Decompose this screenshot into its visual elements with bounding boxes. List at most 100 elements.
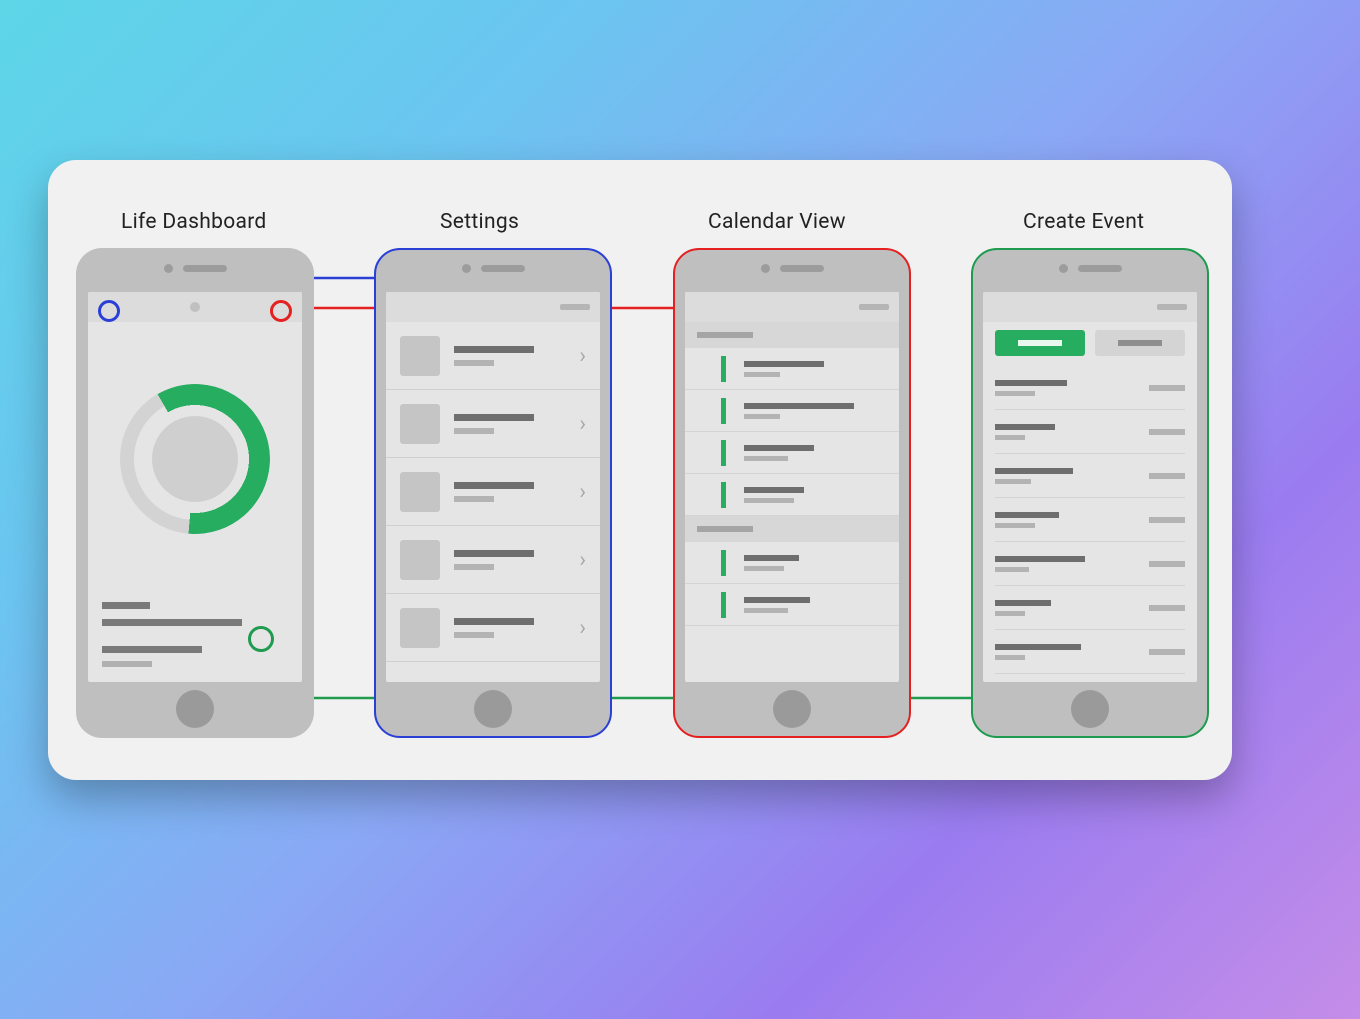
phone-calendar[interactable]	[673, 248, 911, 738]
placeholder-line	[995, 380, 1067, 386]
speaker-icon	[780, 265, 824, 272]
event-marker-icon	[721, 550, 726, 576]
form-row[interactable]	[995, 366, 1185, 410]
placeholder-line	[995, 567, 1029, 572]
placeholder-line	[454, 428, 494, 434]
list-item[interactable]: ›	[386, 322, 600, 390]
phone-screen-dashboard	[88, 292, 302, 682]
home-button-icon[interactable]	[474, 690, 512, 728]
screen-title-calendar: Calendar View	[708, 210, 846, 234]
placeholder-line	[744, 608, 788, 613]
placeholder-line	[102, 646, 202, 653]
calendar-row[interactable]	[685, 542, 899, 584]
screen-title-create: Create Event	[1023, 210, 1144, 234]
placeholder-line	[995, 391, 1035, 396]
camera-icon	[462, 264, 471, 273]
placeholder-line	[995, 611, 1025, 616]
form-row[interactable]	[995, 542, 1185, 586]
placeholder-line	[454, 496, 494, 502]
header-dot-icon	[190, 302, 200, 312]
dashboard-summary-lines	[102, 602, 288, 667]
progress-ring[interactable]	[120, 384, 270, 534]
form-row[interactable]	[995, 498, 1185, 542]
placeholder-line	[454, 346, 534, 353]
home-button-icon[interactable]	[1071, 690, 1109, 728]
form-row[interactable]	[995, 630, 1185, 674]
phone-screen-create-event	[983, 292, 1197, 682]
placeholder-line	[697, 332, 753, 338]
home-button-icon[interactable]	[773, 690, 811, 728]
calendar-row[interactable]	[685, 584, 899, 626]
chevron-right-icon: ›	[579, 343, 586, 368]
calendar-section-header	[685, 322, 899, 348]
placeholder-line	[995, 644, 1081, 650]
camera-icon	[761, 264, 770, 273]
thumb-icon	[400, 336, 440, 376]
chevron-right-icon: ›	[579, 479, 586, 504]
calendar-row[interactable]	[685, 474, 899, 516]
list-item[interactable]: ›	[386, 390, 600, 458]
list-item[interactable]: ›	[386, 594, 600, 662]
thumb-icon	[400, 608, 440, 648]
placeholder-line	[744, 361, 824, 367]
event-marker-icon	[721, 592, 726, 618]
camera-icon	[164, 264, 173, 273]
phone-top-bar	[675, 264, 909, 273]
form-row[interactable]	[995, 586, 1185, 630]
screen-title-dashboard: Life Dashboard	[121, 210, 267, 234]
header-action-icon[interactable]	[560, 304, 590, 310]
chevron-right-icon: ›	[579, 411, 586, 436]
calendar-row[interactable]	[685, 390, 899, 432]
placeholder-line	[995, 435, 1025, 440]
placeholder-line	[454, 550, 534, 557]
placeholder-line	[744, 566, 784, 571]
progress-ring-center	[152, 416, 238, 502]
form-row[interactable]	[995, 410, 1185, 454]
placeholder-line	[995, 479, 1031, 484]
header-action-icon[interactable]	[1157, 304, 1187, 310]
phone-top-bar	[78, 264, 312, 273]
form-row[interactable]	[995, 454, 1185, 498]
list-item[interactable]: ›	[386, 526, 600, 594]
home-button-icon[interactable]	[176, 690, 214, 728]
placeholder-line	[102, 661, 152, 667]
placeholder-line	[454, 564, 494, 570]
placeholder-line	[454, 482, 534, 489]
calendar-row[interactable]	[685, 348, 899, 390]
placeholder-line	[744, 456, 788, 461]
placeholder-line	[995, 600, 1051, 606]
phone-dashboard[interactable]	[76, 248, 314, 738]
chevron-right-icon: ›	[579, 615, 586, 640]
settings-list: › › › ›	[386, 322, 600, 682]
thumb-icon	[400, 540, 440, 580]
placeholder-line	[744, 487, 804, 493]
placeholder-line	[454, 414, 534, 421]
placeholder-line	[1018, 340, 1062, 346]
placeholder-line	[102, 619, 242, 626]
nav-dot-red[interactable]	[270, 300, 292, 322]
chevron-right-icon: ›	[579, 547, 586, 572]
placeholder-line	[744, 597, 810, 603]
create-event-form	[983, 322, 1197, 682]
calendar-section-header	[685, 516, 899, 542]
phone-settings[interactable]: › › › ›	[374, 248, 612, 738]
value-placeholder	[1149, 385, 1185, 391]
phone-top-bar	[973, 264, 1207, 273]
nav-dot-blue[interactable]	[98, 300, 120, 322]
phone-top-bar	[376, 264, 610, 273]
header-action-icon[interactable]	[859, 304, 889, 310]
calendar-row[interactable]	[685, 432, 899, 474]
screen-header	[685, 292, 899, 322]
value-placeholder	[1149, 517, 1185, 523]
segment-button-1[interactable]	[995, 330, 1085, 356]
phone-screen-calendar	[685, 292, 899, 682]
screen-header	[386, 292, 600, 322]
screen-title-settings: Settings	[440, 210, 519, 234]
placeholder-line	[995, 556, 1085, 562]
list-item[interactable]: ›	[386, 458, 600, 526]
placeholder-line	[744, 555, 799, 561]
placeholder-line	[1118, 340, 1162, 346]
segment-button-2[interactable]	[1095, 330, 1185, 356]
phone-create-event[interactable]	[971, 248, 1209, 738]
placeholder-line	[454, 360, 494, 366]
